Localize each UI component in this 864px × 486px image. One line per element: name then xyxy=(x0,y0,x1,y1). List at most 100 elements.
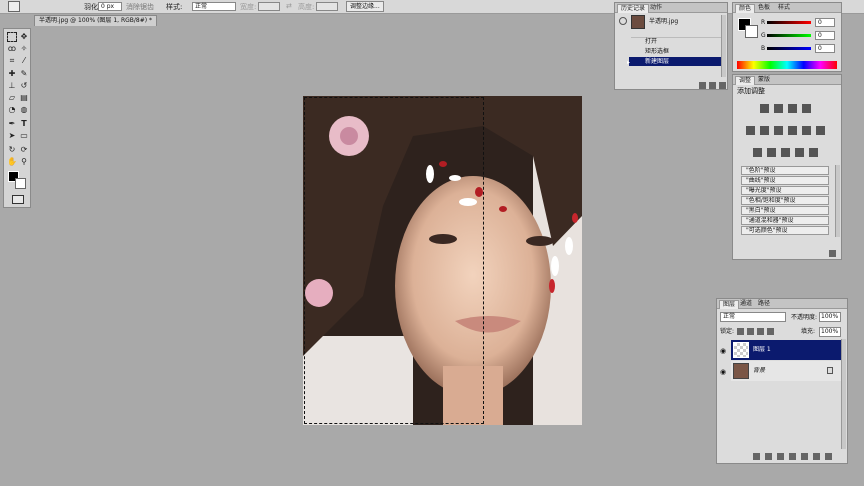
new-adjustment-layer-icon[interactable] xyxy=(789,453,796,460)
layer-row-layer1[interactable]: 图层 1 xyxy=(731,340,841,360)
history-item-new-layer[interactable]: 新建图层 xyxy=(629,57,723,66)
new-group-icon[interactable] xyxy=(801,453,808,460)
snapshot-thumbnail[interactable] xyxy=(631,15,645,29)
tab-masks[interactable]: 蒙版 xyxy=(755,76,773,85)
zoom-tool-icon[interactable]: ⚲ xyxy=(19,157,29,167)
hue-saturation-icon[interactable] xyxy=(760,126,769,135)
layer-style-fx-icon[interactable] xyxy=(765,453,772,460)
pen-tool-icon[interactable]: ✒ xyxy=(7,119,17,129)
history-brush-icon[interactable]: ↺ xyxy=(19,81,29,91)
color-balance-icon[interactable] xyxy=(774,126,783,135)
delete-layer-icon[interactable] xyxy=(825,453,832,460)
new-layer-icon[interactable] xyxy=(813,453,820,460)
channel-mixer-icon[interactable] xyxy=(816,126,825,135)
lock-transparency-icon[interactable] xyxy=(737,328,744,335)
tab-actions[interactable]: 动作 xyxy=(647,4,665,13)
bg-color-chip[interactable] xyxy=(745,25,758,38)
vibrance-icon[interactable] xyxy=(746,126,755,135)
adjustments-options-icon[interactable] xyxy=(829,250,836,257)
preset-selective-color[interactable]: "可选颜色"预设 xyxy=(741,226,829,235)
document-canvas[interactable] xyxy=(303,96,582,425)
background-color-swatch[interactable] xyxy=(15,178,26,189)
eyedropper-icon[interactable]: ⁄ xyxy=(19,56,29,66)
presets-scrollbar[interactable] xyxy=(835,165,840,237)
visibility-eye-icon[interactable]: ◉ xyxy=(720,347,726,355)
history-scrollbar[interactable] xyxy=(721,15,726,77)
lock-position-icon[interactable] xyxy=(757,328,764,335)
preset-curves[interactable]: "曲线"预设 xyxy=(741,176,829,185)
add-mask-icon[interactable] xyxy=(777,453,784,460)
new-document-icon[interactable] xyxy=(709,82,716,89)
opacity-input[interactable]: 100% xyxy=(819,312,841,322)
curves-icon[interactable] xyxy=(788,104,797,113)
magic-wand-icon[interactable]: ✧ xyxy=(19,44,29,54)
selective-color-icon[interactable] xyxy=(809,148,818,157)
brush-tool-icon[interactable]: ✎ xyxy=(19,69,29,79)
move-tool-icon[interactable]: ✥ xyxy=(19,32,29,42)
marquee-tool-icon[interactable] xyxy=(7,32,17,42)
invert-icon[interactable] xyxy=(753,148,762,157)
channel-r-input[interactable]: 0 xyxy=(815,18,835,27)
channel-g-input[interactable]: 0 xyxy=(815,31,835,40)
path-selection-icon[interactable]: ➤ xyxy=(7,131,17,141)
posterize-icon[interactable] xyxy=(767,148,776,157)
feather-input[interactable]: 0 px xyxy=(98,2,122,11)
antialias-checkbox[interactable]: 消除锯齿 xyxy=(126,2,154,12)
blur-tool-icon[interactable]: ◔ xyxy=(7,105,17,115)
gradient-map-icon[interactable] xyxy=(795,148,804,157)
tab-color[interactable]: 颜色 xyxy=(735,4,756,13)
brightness-contrast-icon[interactable] xyxy=(760,104,769,113)
lock-all-icon[interactable] xyxy=(767,328,774,335)
levels-icon[interactable] xyxy=(774,104,783,113)
fill-input[interactable]: 100% xyxy=(819,327,841,337)
channel-r-slider[interactable] xyxy=(767,21,811,24)
history-brush-source-icon[interactable] xyxy=(619,17,627,25)
hand-tool-icon[interactable]: ✋ xyxy=(7,157,17,167)
type-tool-icon[interactable]: T xyxy=(19,119,29,129)
eraser-icon[interactable]: ▱ xyxy=(7,93,17,103)
tab-layers[interactable]: 图层 xyxy=(719,300,740,309)
dodge-tool-icon[interactable]: ◍ xyxy=(19,105,29,115)
tab-styles[interactable]: 样式 xyxy=(775,4,793,13)
preset-hue-saturation[interactable]: "色相/饱和度"预设 xyxy=(741,196,829,205)
preset-levels[interactable]: "色阶"预设 xyxy=(741,166,829,175)
swap-icon[interactable]: ⇄ xyxy=(286,2,292,10)
preset-black-white[interactable]: "黑白"预设 xyxy=(741,206,829,215)
visibility-eye-icon[interactable]: ◉ xyxy=(720,368,726,376)
threshold-icon[interactable] xyxy=(781,148,790,157)
crop-tool-icon[interactable]: ⌗ xyxy=(7,56,17,66)
gradient-tool-icon[interactable]: ▤ xyxy=(19,93,29,103)
quick-mask-icon[interactable] xyxy=(12,195,24,204)
refine-edge-button[interactable]: 调整边缘... xyxy=(346,1,384,12)
blend-mode-select[interactable]: 正常 xyxy=(720,312,786,322)
tab-paths[interactable]: 路径 xyxy=(755,300,773,309)
height-input[interactable] xyxy=(316,2,338,11)
create-snapshot-icon[interactable] xyxy=(699,82,706,89)
healing-brush-icon[interactable]: ✚ xyxy=(7,69,17,79)
tab-adjustments[interactable]: 调整 xyxy=(735,76,756,85)
tab-swatches[interactable]: 色板 xyxy=(755,4,773,13)
document-tab[interactable]: 半透明.jpg @ 100% (图层 1, RGB/8#) * xyxy=(34,15,157,26)
3d-rotate-icon[interactable]: ↻ xyxy=(7,145,17,155)
layers-scrollbar[interactable] xyxy=(841,339,846,449)
lasso-tool-icon[interactable]: ꝏ xyxy=(7,44,17,54)
layer-name[interactable]: 背景 xyxy=(753,366,765,375)
marquee-selection[interactable] xyxy=(304,97,484,424)
width-input[interactable] xyxy=(258,2,280,11)
3d-orbit-icon[interactable]: ⟳ xyxy=(19,145,29,155)
channel-b-input[interactable]: 0 xyxy=(815,44,835,53)
channel-g-slider[interactable] xyxy=(767,34,811,37)
color-ramp[interactable] xyxy=(737,61,837,69)
exposure-icon[interactable] xyxy=(802,104,811,113)
tab-history[interactable]: 历史记录 xyxy=(617,4,650,13)
channel-b-slider[interactable] xyxy=(767,47,811,50)
delete-state-icon[interactable] xyxy=(719,82,726,89)
preset-exposure[interactable]: "曝光度"预设 xyxy=(741,186,829,195)
tab-channels[interactable]: 通道 xyxy=(737,300,755,309)
clone-stamp-icon[interactable]: ⊥ xyxy=(7,81,17,91)
history-item-rect-marquee[interactable]: 矩形选框 xyxy=(645,47,669,56)
history-state-slider-icon[interactable]: ▸ xyxy=(627,59,630,66)
lock-pixels-icon[interactable] xyxy=(747,328,754,335)
history-item-open[interactable]: 打开 xyxy=(645,37,657,46)
photo-filter-icon[interactable] xyxy=(802,126,811,135)
